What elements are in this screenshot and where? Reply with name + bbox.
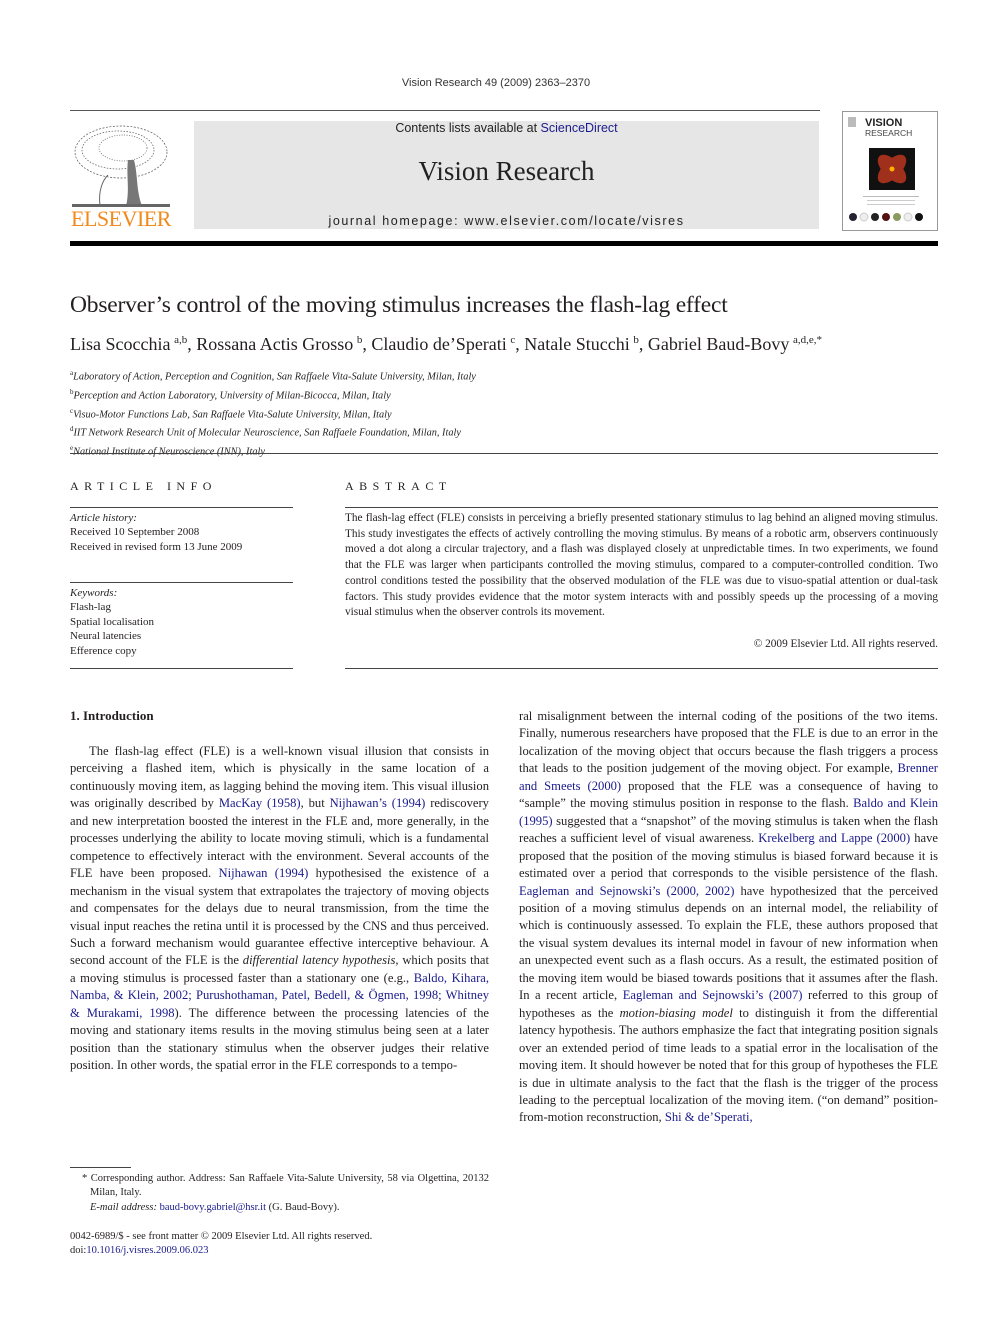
email-label: E-mail address:: [90, 1201, 160, 1213]
citation-link[interactable]: Krekelberg and Lappe (2000): [758, 831, 910, 845]
elsevier-tree-icon: [72, 125, 170, 207]
article-info-heading: ARTICLE INFO: [70, 479, 217, 493]
author[interactable]: Gabriel Baud-Bovy a,d,e,*: [648, 334, 822, 354]
doi-link[interactable]: 10.1016/j.visres.2009.06.023: [86, 1245, 208, 1256]
body-column-right: ral misalignment between the internal co…: [519, 708, 938, 1127]
affiliation: eNational Institute of Neuroscience (INN…: [70, 444, 265, 457]
cover-image: VISION RESEARCH: [848, 117, 923, 222]
divider: [70, 582, 293, 583]
history-entry: Received in revised form 13 June 2009: [70, 540, 243, 553]
divider: [345, 668, 938, 669]
author[interactable]: Claudio de’Sperati c: [371, 334, 515, 354]
email-line: E-mail address: baud-bovy.gabriel@hsr.it…: [70, 1201, 489, 1215]
article-title: Observer’s control of the moving stimulu…: [70, 292, 728, 318]
affiliation: bPerception and Action Laboratory, Unive…: [70, 387, 391, 402]
history-label: Article history:: [70, 512, 137, 524]
elsevier-logo[interactable]: ELSEVIER: [68, 120, 174, 232]
abstract-copyright: © 2009 Elsevier Ltd. All rights reserved…: [753, 638, 938, 650]
affiliation: dIIT Network Research Unit of Molecular …: [70, 425, 461, 439]
citation-link[interactable]: Shi & de’Sperati,: [665, 1110, 753, 1124]
front-matter: 0042-6989/$ - see front matter © 2009 El…: [70, 1230, 372, 1259]
contents-prefix: Contents lists available at: [395, 121, 541, 135]
body-text: ral misalignment between the internal co…: [519, 709, 938, 776]
cover-figure-center: [889, 166, 895, 172]
citation-link[interactable]: MacKay (1958): [219, 796, 301, 810]
divider: [70, 668, 293, 669]
email-link[interactable]: baud-bovy.gabriel@hsr.it: [160, 1202, 266, 1213]
elsevier-wordmark: ELSEVIER: [71, 206, 171, 231]
author[interactable]: Rossana Actis Grosso b: [196, 334, 362, 354]
affiliation: cVisuo-Motor Functions Lab, San Raffaele…: [70, 406, 392, 421]
issn-line: 0042-6989/$ - see front matter © 2009 El…: [70, 1231, 373, 1242]
cover-circle-icons: [849, 212, 923, 222]
divider: [345, 507, 938, 508]
emphasized-term: differential latency hypothesis: [242, 953, 396, 968]
keywords: Keywords: Flash-lag Spatial localisation…: [70, 586, 154, 658]
keywords-label: Keywords:: [70, 587, 118, 599]
email-suffix: (G. Baud-Bovy).: [266, 1201, 340, 1213]
homepage-prefix: journal homepage:: [328, 214, 465, 228]
cover-title-line2: RESEARCH: [865, 128, 912, 138]
citation-link[interactable]: Nijhawan (1994): [219, 866, 309, 880]
body-text: , but: [300, 796, 330, 811]
header-thick-rule: [70, 241, 938, 246]
author-list: Lisa Scocchia a,b, Rossana Actis Grosso …: [70, 334, 822, 354]
history-entry: Received 10 September 2008: [70, 526, 200, 539]
keyword: Flash-lag: [70, 601, 111, 614]
abstract-text: The flash-lag effect (FLE) consists in p…: [345, 512, 938, 619]
body-text: have hypothesized that the perceived pos…: [519, 883, 938, 1003]
header-top-rule: [70, 110, 820, 111]
article-history: Article history: Received 10 September 2…: [70, 511, 242, 554]
keyword: Neural latencies: [70, 630, 142, 643]
keyword: Efference copy: [70, 644, 137, 657]
footnote-rule: [70, 1167, 131, 1168]
footnote: * Corresponding author. Address: San Raf…: [70, 1172, 489, 1215]
homepage-url-link[interactable]: www.elsevier.com/locate/visres: [464, 214, 684, 228]
doi-line: doi:10.1016/j.visres.2009.06.023: [70, 1245, 209, 1257]
divider: [70, 507, 293, 508]
citation-link[interactable]: Eagleman and Sejnowski’s (2000, 2002): [519, 884, 734, 898]
author[interactable]: Natale Stucchi b: [524, 334, 639, 354]
contents-line: Contents lists available at ScienceDirec…: [194, 121, 819, 135]
abstract-heading: ABSTRACT: [345, 479, 452, 493]
citation-link[interactable]: Nijhawan’s (1994): [330, 796, 426, 810]
keyword: Spatial localisation: [70, 615, 155, 628]
journal-homepage: journal homepage: www.elsevier.com/locat…: [194, 214, 819, 228]
corresponding-author-note: * Corresponding author. Address: San Raf…: [82, 1173, 489, 1199]
body-text: to distinguish it from the differential …: [519, 1005, 938, 1125]
emphasized-term: motion-biasing model: [619, 1005, 733, 1020]
journal-name: Vision Research: [418, 156, 595, 186]
citation-link[interactable]: Eagleman and Sejnowski’s (2007): [623, 988, 803, 1002]
divider: [70, 453, 938, 454]
affiliation: aLaboratory of Action, Perception and Co…: [70, 369, 476, 383]
running-head: Vision Research 49 (2009) 2363–2370: [401, 77, 591, 89]
body-column-left: The flash-lag effect (FLE) is a well-kno…: [70, 743, 489, 1075]
section-heading: 1. Introduction: [70, 708, 154, 723]
journal-cover-thumbnail[interactable]: VISION RESEARCH: [842, 111, 938, 231]
sciencedirect-link[interactable]: ScienceDirect: [541, 121, 618, 135]
affiliations: aLaboratory of Action, Perception and Co…: [70, 366, 476, 460]
author[interactable]: Lisa Scocchia a,b: [70, 334, 187, 354]
cover-publisher-mark: [848, 117, 856, 127]
